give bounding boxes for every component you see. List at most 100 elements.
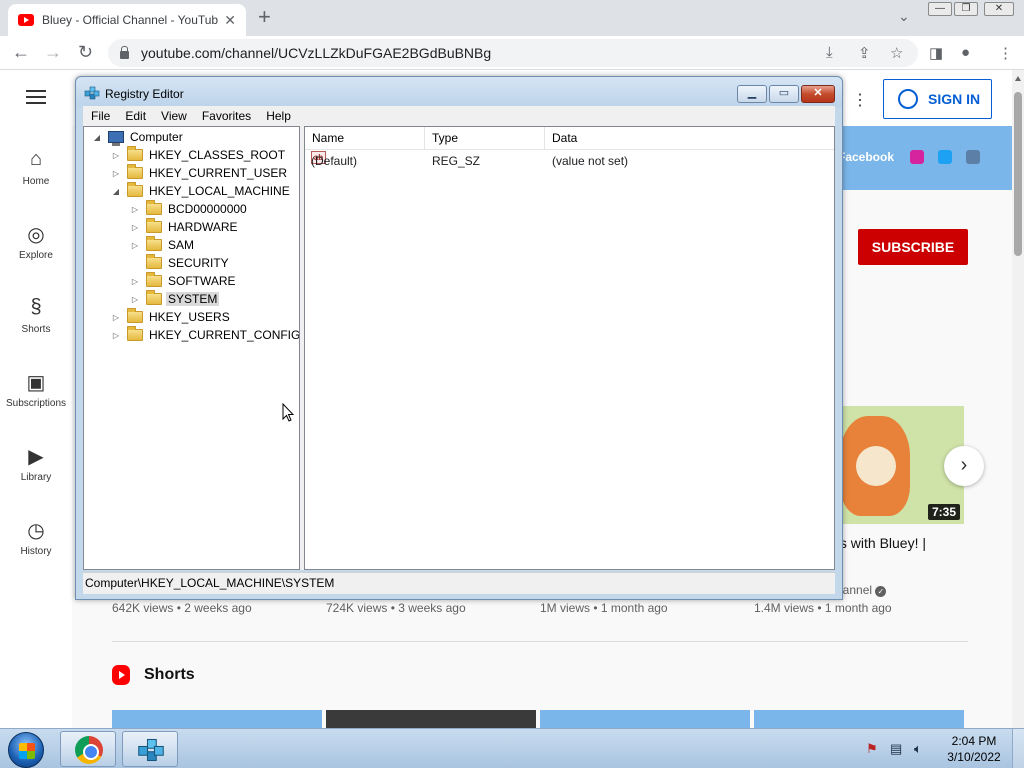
registry-values-pane[interactable]: Name Type Data ab (Default) REG_SZ (value…	[304, 126, 835, 570]
maximize-button[interactable]: ▭	[769, 85, 799, 103]
tree-node-software[interactable]: ▷ SOFTWARE	[130, 272, 238, 290]
network-icon[interactable]: ▤	[890, 741, 902, 757]
video-channel[interactable]: hannel ✓	[836, 583, 887, 597]
star-icon[interactable]: ☆	[890, 44, 903, 62]
page-scrollbar[interactable]	[1012, 70, 1024, 728]
minimize-button[interactable]: ▁	[737, 85, 767, 103]
expand-arrow-icon[interactable]: ▷	[130, 241, 140, 250]
sign-in-button[interactable]: SIGN IN	[883, 79, 992, 119]
mouse-cursor-icon	[282, 403, 294, 422]
browser-restore-button[interactable]: ❐	[954, 2, 978, 16]
menu-favorites[interactable]: Favorites	[194, 109, 258, 123]
sidebar-item-home[interactable]: ⌂ Home	[0, 148, 72, 187]
menu-file[interactable]: File	[83, 109, 117, 123]
tree-node-security[interactable]: SECURITY	[130, 254, 231, 272]
channel-banner: Facebook	[836, 126, 1012, 190]
tree-node-computer[interactable]: ◢ Computer	[92, 128, 185, 146]
forward-button[interactable]: →	[44, 42, 62, 62]
sidebar-item-history[interactable]: ◷ History	[0, 518, 72, 557]
tree-node-hkey-local-machine[interactable]: ◢ HKEY_LOCAL_MACHINE	[111, 182, 292, 200]
tree-node-system[interactable]: ▷ SYSTEM	[130, 290, 220, 308]
account-icon	[898, 89, 918, 109]
registry-menubar: File Edit View Favorites Help	[83, 106, 835, 126]
sidepanel-icon[interactable]: ◨	[929, 44, 943, 62]
taskbar-regedit-button[interactable]	[122, 731, 178, 767]
reload-button[interactable]: ↻	[78, 42, 93, 62]
tab-close-icon[interactable]: ✕	[224, 12, 236, 29]
website-icon[interactable]	[966, 150, 980, 164]
registry-tree-pane[interactable]: ◢ Computer ▷ HKEY_CLASSES_ROOT ▷ HKEY_CU…	[83, 126, 300, 570]
close-button[interactable]: ✕	[801, 85, 835, 103]
column-header-name[interactable]: Name	[305, 127, 425, 149]
column-header-type[interactable]: Type	[425, 127, 545, 149]
short-thumbnail[interactable]	[326, 710, 536, 728]
expand-arrow-icon[interactable]: ▷	[111, 331, 121, 340]
start-button[interactable]	[8, 732, 44, 768]
menu-edit[interactable]: Edit	[117, 109, 153, 123]
column-header-data[interactable]: Data	[545, 127, 834, 149]
short-thumbnail[interactable]	[754, 710, 964, 728]
instagram-icon[interactable]	[910, 150, 924, 164]
clock-date: 3/10/2022	[947, 750, 1001, 764]
registry-editor-titlebar[interactable]: Registry Editor ▁ ▭ ✕	[76, 77, 842, 107]
twitter-icon[interactable]	[938, 150, 952, 164]
menu-help[interactable]: Help	[258, 109, 298, 123]
address-url[interactable]: youtube.com/channel/UCVzLLZkDuFGAE2BGdBu…	[141, 45, 918, 61]
table-row[interactable]: ab (Default) REG_SZ (value not set)	[305, 151, 834, 171]
collapse-arrow-icon[interactable]: ◢	[92, 133, 102, 142]
show-desktop-button[interactable]	[1012, 729, 1024, 768]
download-icon[interactable]: ⤓	[826, 44, 833, 61]
more-options-icon[interactable]: ⋮	[852, 90, 868, 110]
scroll-up-arrow-icon[interactable]	[1015, 76, 1021, 81]
expand-arrow-icon[interactable]: ▷	[130, 205, 140, 214]
video-title[interactable]: ts with Bluey! |	[836, 535, 926, 551]
tree-node-hkey-current-config[interactable]: ▷ HKEY_CURRENT_CONFIG	[111, 326, 299, 344]
short-thumbnail[interactable]	[540, 710, 750, 728]
tree-node-hardware[interactable]: ▷ HARDWARE	[130, 218, 240, 236]
collapse-arrow-icon[interactable]: ◢	[111, 187, 121, 196]
tree-node-label: SOFTWARE	[168, 274, 236, 288]
menu-icon[interactable]: ⋮	[998, 44, 1013, 62]
volume-icon[interactable]: 🔈︎	[914, 741, 922, 757]
action-center-icon[interactable]: ⚑	[866, 741, 878, 757]
browser-minimize-button[interactable]: —	[928, 2, 952, 16]
expand-arrow-icon[interactable]: ▷	[111, 313, 121, 322]
hamburger-menu-icon[interactable]	[26, 90, 46, 104]
browser-tab-active[interactable]: Bluey - Official Channel - YouTube ✕	[8, 4, 246, 36]
profile-icon[interactable]: ●	[961, 44, 970, 61]
back-button[interactable]: ←	[12, 42, 30, 62]
value-data: (value not set)	[552, 154, 629, 168]
tree-node-hkey-users[interactable]: ▷ HKEY_USERS	[111, 308, 232, 326]
expand-arrow-icon[interactable]: ▷	[111, 169, 121, 178]
sidebar-item-label: Explore	[19, 250, 53, 261]
section-divider	[112, 641, 968, 642]
tree-node-bcd00000000[interactable]: ▷ BCD00000000	[130, 200, 249, 218]
expand-arrow-icon[interactable]: ▷	[111, 151, 121, 160]
share-icon[interactable]: ⇪	[858, 44, 871, 62]
expand-arrow-icon[interactable]: ▷	[130, 277, 140, 286]
compass-icon: ◎	[27, 224, 45, 246]
subscribe-button[interactable]: SUBSCRIBE	[858, 229, 968, 265]
expand-arrow-icon[interactable]: ▷	[130, 223, 140, 232]
address-bar[interactable]: youtube.com/channel/UCVzLLZkDuFGAE2BGdBu…	[108, 39, 918, 67]
sidebar-item-subscriptions[interactable]: ▣ Subscriptions	[0, 370, 72, 409]
scrollbar-thumb[interactable]	[1014, 92, 1022, 256]
banner-facebook-link[interactable]: Facebook	[838, 150, 894, 164]
carousel-next-button[interactable]: ›	[944, 446, 984, 486]
new-tab-button[interactable]: +	[258, 6, 271, 28]
folder-icon	[127, 146, 143, 161]
sidebar-item-shorts[interactable]: § Shorts	[0, 296, 72, 335]
taskbar-chrome-button[interactable]	[60, 731, 116, 767]
expand-arrow-icon[interactable]: ▷	[130, 295, 140, 304]
system-clock[interactable]: 2:04 PM 3/10/2022	[934, 733, 1014, 765]
tab-search-chevron-icon[interactable]: ⌄	[898, 8, 910, 25]
short-thumbnail[interactable]	[112, 710, 322, 728]
tree-node-sam[interactable]: ▷ SAM	[130, 236, 196, 254]
menu-view[interactable]: View	[153, 109, 194, 123]
tree-node-hkey-classes-root[interactable]: ▷ HKEY_CLASSES_ROOT	[111, 146, 287, 164]
sidebar-item-explore[interactable]: ◎ Explore	[0, 222, 72, 261]
sidebar-item-library[interactable]: ▶ Library	[0, 444, 72, 483]
video-duration-badge: 7:35	[927, 504, 960, 520]
tree-node-hkey-current-user[interactable]: ▷ HKEY_CURRENT_USER	[111, 164, 289, 182]
browser-close-button[interactable]: ✕	[984, 2, 1014, 16]
